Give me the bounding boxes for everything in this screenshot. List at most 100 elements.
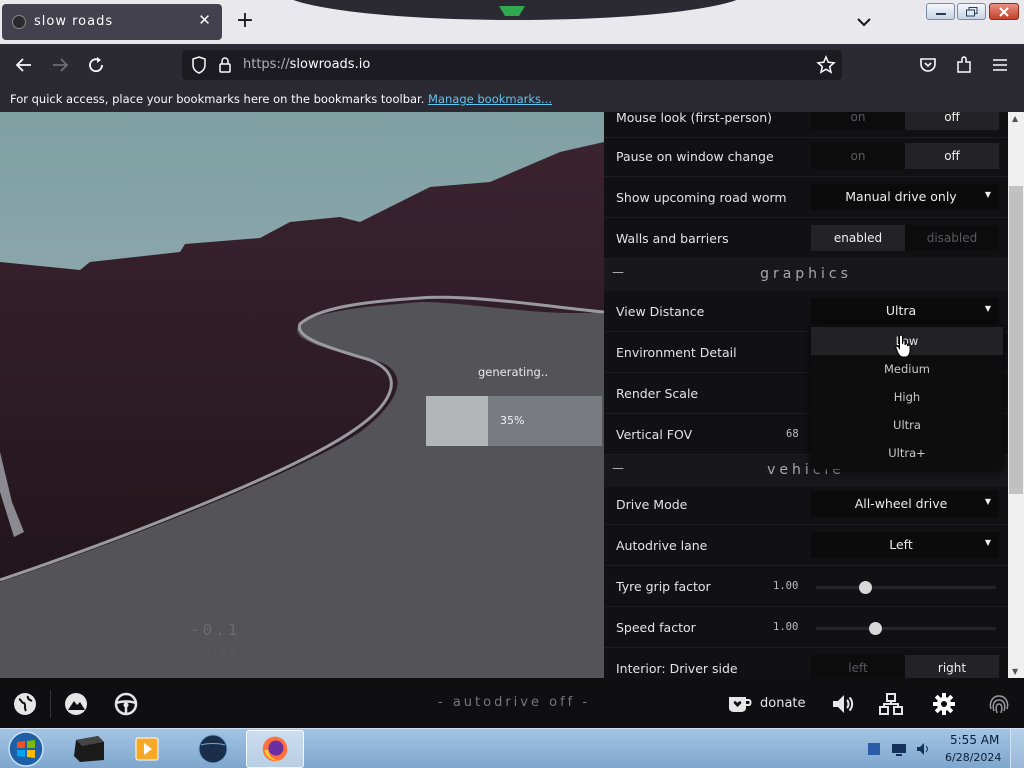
setting-row-autodrive-lane: Autodrive lane Left ▼: [604, 525, 1008, 566]
mouse-look-toggle[interactable]: on off: [811, 112, 999, 130]
pocket-icon[interactable]: [917, 54, 939, 76]
donate-button[interactable]: donate: [760, 696, 806, 711]
caret-down-icon: ▼: [984, 538, 991, 547]
clock-time[interactable]: 5:55 AM: [950, 733, 999, 747]
fingerprint-icon[interactable]: [986, 691, 1012, 717]
setting-label: Environment Detail: [616, 345, 737, 360]
game-control-bar: - autodrive off - donate: [0, 678, 1024, 728]
caret-down-icon: ▼: [984, 497, 991, 506]
driver-side-right-option[interactable]: right: [905, 655, 999, 678]
setting-row-driver-side: Interior: Driver side left right: [604, 648, 1008, 678]
menu-icon[interactable]: [989, 54, 1011, 76]
mouse-look-off-option[interactable]: off: [905, 112, 999, 130]
shield-icon[interactable]: [188, 54, 210, 76]
walls-enabled-option[interactable]: enabled: [811, 225, 905, 251]
view-distance-select[interactable]: Ultra ▼: [811, 298, 999, 324]
extensions-icon[interactable]: [953, 54, 975, 76]
slider-thumb[interactable]: [858, 581, 872, 594]
select-value: All-wheel drive: [854, 496, 948, 511]
tray-network-icon[interactable]: [891, 741, 907, 757]
setting-label: View Distance: [616, 304, 705, 319]
volume-icon[interactable]: [830, 691, 856, 717]
autodrive-lane-select[interactable]: Left ▼: [811, 532, 999, 558]
autodrive-status[interactable]: - autodrive off -: [438, 695, 590, 710]
scrollbar-thumb[interactable]: [1009, 186, 1023, 494]
driver-side-toggle[interactable]: left right: [811, 655, 999, 678]
url-host: slowroads.io: [289, 57, 371, 72]
setting-row-road-worm: Show upcoming road worm Manual drive onl…: [604, 177, 1008, 218]
setting-row-tyre-grip: Tyre grip factor 1.00: [604, 566, 1008, 607]
mouse-look-on-option[interactable]: on: [811, 112, 905, 130]
reset-odometer-icon[interactable]: [265, 620, 281, 636]
network-icon[interactable]: [878, 691, 904, 717]
fov-value: 68: [786, 428, 799, 440]
odometer-value: -0.1: [190, 620, 241, 639]
bookmarks-message: For quick access, place your bookmarks h…: [10, 92, 552, 106]
setting-label: Autodrive lane: [616, 538, 708, 553]
scroll-up-arrow-icon[interactable]: ▲: [1012, 114, 1018, 123]
tyre-grip-value: 1.00: [773, 580, 799, 592]
taskbar-app-terminal-icon[interactable]: [60, 730, 118, 768]
scroll-down-arrow-icon[interactable]: ▼: [1012, 667, 1018, 676]
clock-date[interactable]: 6/28/2024: [945, 751, 1001, 764]
mug-icon[interactable]: [727, 691, 753, 717]
driver-side-left-option[interactable]: left: [811, 655, 905, 678]
back-icon[interactable]: [13, 54, 35, 76]
drive-mode-select[interactable]: All-wheel drive ▼: [811, 491, 999, 517]
tab-close-icon[interactable]: ✕: [196, 11, 214, 31]
dropdown-option-ultra[interactable]: Ultra: [811, 411, 1003, 439]
bookmarks-toolbar: For quick access, place your bookmarks h…: [0, 86, 1024, 112]
section-header-graphics[interactable]: — graphics: [604, 259, 1008, 291]
bookmark-star-icon[interactable]: [815, 54, 837, 76]
steering-wheel-icon[interactable]: [113, 691, 139, 717]
reload-icon[interactable]: [85, 54, 107, 76]
dropdown-option-ultra-plus[interactable]: Ultra+: [811, 439, 1003, 467]
bookmarks-hint: For quick access, place your bookmarks h…: [10, 92, 425, 106]
navigation-toolbar: https://slowroads.io: [0, 44, 1024, 86]
tray-volume-icon[interactable]: [915, 741, 931, 757]
address-bar[interactable]: https://slowroads.io: [182, 50, 842, 80]
pause-toggle[interactable]: on off: [811, 143, 999, 169]
setting-label: Speed factor: [616, 620, 696, 635]
walls-disabled-option[interactable]: disabled: [905, 225, 999, 251]
window-close-button[interactable]: [989, 3, 1019, 20]
taskbar-app-media-player-icon[interactable]: [118, 730, 176, 768]
tab-title: slow roads: [34, 14, 114, 29]
show-desktop-button[interactable]: [1010, 729, 1024, 768]
setting-label: Mouse look (first-person): [616, 112, 773, 125]
forward-icon[interactable]: [49, 54, 71, 76]
lock-icon[interactable]: [214, 54, 236, 76]
section-title: graphics: [760, 266, 852, 282]
dropdown-option-high[interactable]: High: [811, 383, 1003, 411]
tyre-grip-slider[interactable]: [816, 581, 996, 594]
windows-taskbar: 5:55 AM 6/28/2024: [0, 728, 1024, 768]
speed-factor-slider[interactable]: [816, 622, 996, 635]
toolbar-divider: [50, 690, 51, 718]
tab-list-chevron-icon[interactable]: [854, 12, 874, 32]
tab-slow-roads[interactable]: slow roads ✕: [2, 4, 222, 40]
start-button-icon[interactable]: [6, 730, 46, 768]
hand-cursor-icon: [895, 334, 911, 358]
game-viewport[interactable]: generating.. 35% -0.1 miles Mouse look (…: [0, 112, 1024, 728]
window-restore-button[interactable]: [957, 3, 986, 20]
settings-scrollbar[interactable]: ▲ ▼: [1008, 112, 1024, 678]
pause-off-option[interactable]: off: [905, 143, 999, 169]
dropdown-option-medium[interactable]: Medium: [811, 355, 1003, 383]
gear-icon[interactable]: [931, 691, 957, 717]
taskbar-app-globe-icon[interactable]: [184, 730, 242, 768]
mountain-icon[interactable]: [63, 691, 89, 717]
taskbar-app-firefox-icon[interactable]: [246, 730, 304, 768]
pause-on-option[interactable]: on: [811, 143, 905, 169]
road-worm-select[interactable]: Manual drive only ▼: [811, 184, 999, 210]
new-tab-button[interactable]: +: [234, 8, 256, 34]
green-indicator-icon: [499, 6, 525, 16]
slider-thumb[interactable]: [869, 622, 883, 635]
url-protocol: https://: [243, 57, 290, 72]
manage-bookmarks-link[interactable]: Manage bookmarks...: [428, 92, 552, 106]
window-minimize-button[interactable]: [926, 3, 955, 20]
walls-toggle[interactable]: enabled disabled: [811, 225, 999, 251]
tray-flag-icon[interactable]: [866, 741, 882, 757]
setting-label: Drive Mode: [616, 497, 688, 512]
url-text[interactable]: https://slowroads.io: [243, 57, 370, 72]
globe-icon[interactable]: [12, 691, 38, 717]
